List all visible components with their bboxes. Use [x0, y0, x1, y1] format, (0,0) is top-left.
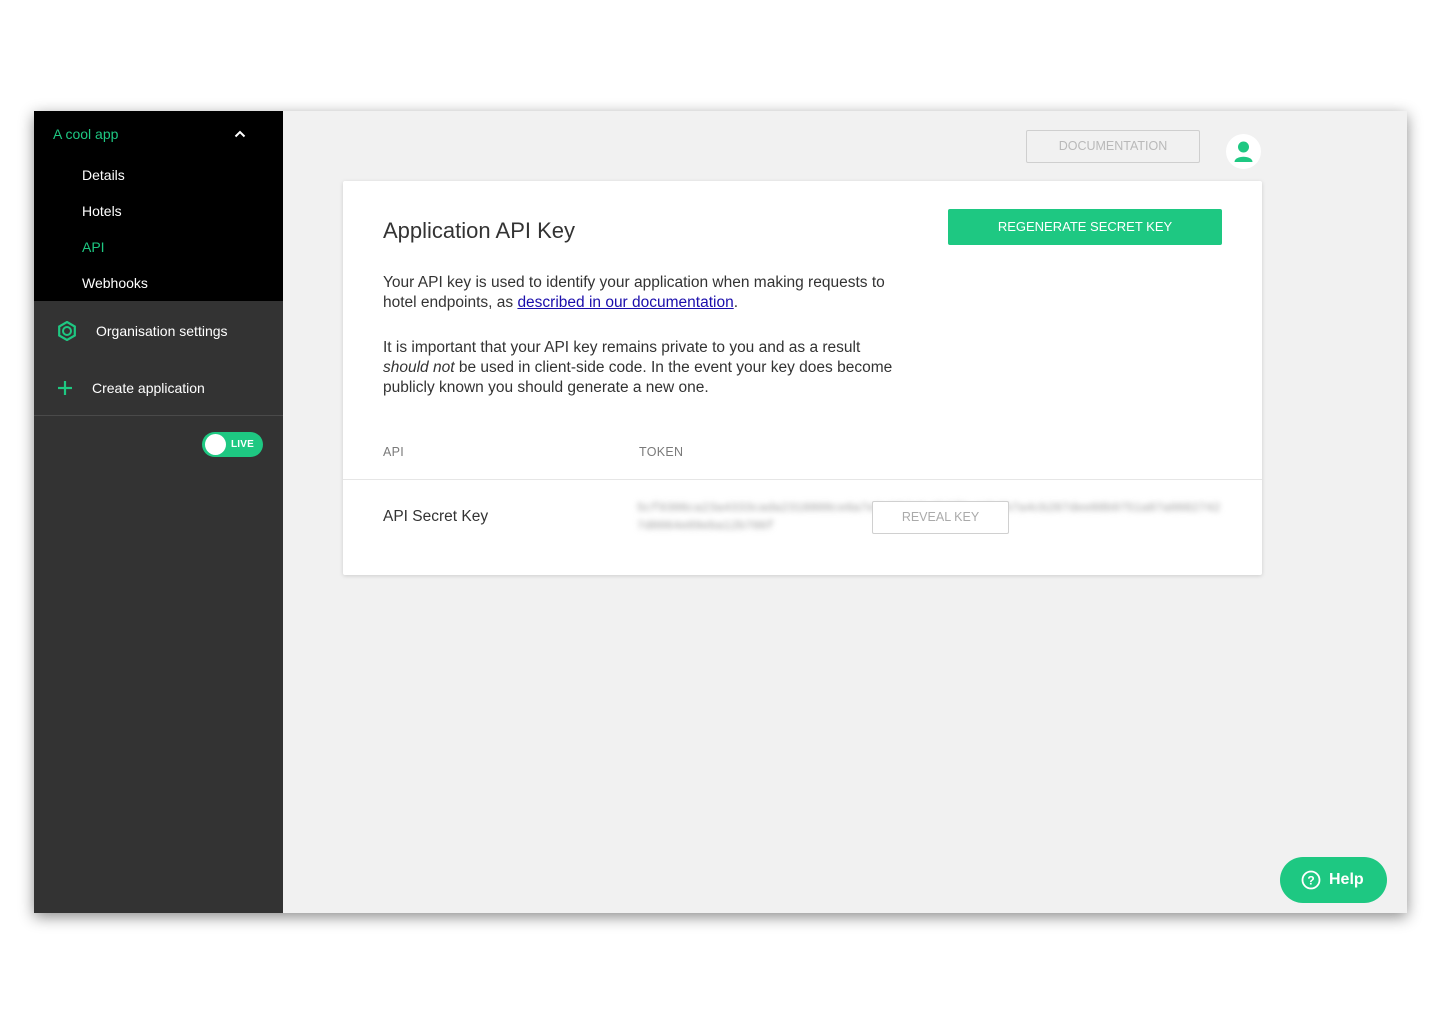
- api-key-card: Application API Key REGENERATE SECRET KE…: [343, 181, 1262, 575]
- create-application-link[interactable]: Create application: [34, 360, 283, 416]
- organisation-settings-link[interactable]: Organisation settings: [34, 303, 283, 359]
- toggle-label: LIVE: [231, 439, 255, 450]
- description-text-end: .: [733, 294, 739, 311]
- column-header-token: TOKEN: [639, 445, 684, 459]
- app-name: A cool app: [53, 126, 119, 142]
- documentation-button[interactable]: DOCUMENTATION: [1026, 130, 1200, 163]
- sidebar-item-details[interactable]: Details: [82, 167, 125, 183]
- create-application-label: Create application: [92, 380, 205, 396]
- documentation-link[interactable]: described in our documentation: [517, 294, 733, 311]
- table-divider: [343, 479, 1262, 480]
- app-switcher[interactable]: A cool app: [34, 111, 283, 157]
- api-key-description: Your API key is used to identify your ap…: [383, 273, 903, 313]
- organisation-settings-label: Organisation settings: [96, 323, 228, 339]
- svg-text:?: ?: [1307, 874, 1314, 888]
- help-label: Help: [1329, 871, 1364, 888]
- app-menu: A cool app Details Hotels API Webhooks: [34, 111, 283, 301]
- page-title: Application API Key: [383, 218, 576, 243]
- regenerate-secret-key-button[interactable]: REGENERATE SECRET KEY: [948, 209, 1222, 245]
- sidebar: A cool app Details Hotels API Webhooks O…: [34, 111, 283, 913]
- privacy-warning: It is important that your API key remain…: [383, 338, 903, 398]
- plus-icon: [58, 381, 72, 395]
- app-window: A cool app Details Hotels API Webhooks O…: [34, 111, 1407, 913]
- live-toggle[interactable]: LIVE: [202, 432, 263, 457]
- sidebar-divider: [34, 415, 283, 416]
- sidebar-item-api[interactable]: API: [82, 239, 105, 255]
- warning-text-end: be used in client-side code. In the even…: [383, 359, 893, 396]
- gear-icon: [58, 321, 76, 341]
- warning-text-start: It is important that your API key remain…: [383, 339, 861, 356]
- sidebar-item-hotels[interactable]: Hotels: [82, 203, 122, 219]
- user-avatar[interactable]: [1226, 134, 1261, 169]
- column-header-api: API: [383, 445, 405, 459]
- help-icon: ?: [1301, 870, 1321, 890]
- warning-emphasis: should not: [383, 359, 455, 376]
- toggle-knob: [205, 434, 226, 455]
- chevron-up-icon[interactable]: [234, 128, 246, 140]
- api-secret-key-label: API Secret Key: [383, 508, 489, 525]
- sidebar-item-webhooks[interactable]: Webhooks: [82, 275, 148, 291]
- user-icon: [1234, 141, 1253, 162]
- help-button[interactable]: ? Help: [1280, 857, 1387, 903]
- reveal-key-button[interactable]: REVEAL KEY: [872, 501, 1009, 534]
